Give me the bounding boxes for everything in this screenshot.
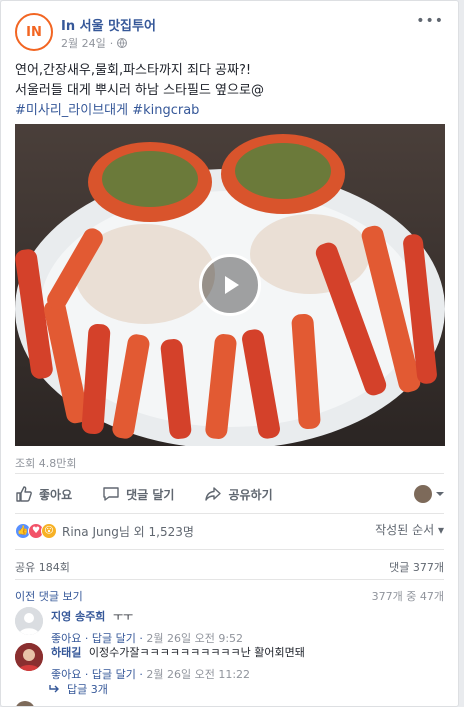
previous-comments-row: 이전 댓글 보기 377개 중 47개 [15,588,444,604]
post-meta: 2월 24일 · [61,35,128,51]
page-name[interactable]: In 서울 맛집투어 [61,15,156,34]
share-count[interactable]: 공유 184회 [15,561,70,574]
video-player[interactable] [15,124,445,446]
share-icon [205,487,222,501]
post-text: 연어,간장새우,물회,파스타까지 죄다 공짜?! 서울러들 대게 뿌시러 하남 … [15,61,444,121]
post-card: IN In 서울 맛집투어 2월 24일 · ••• 연어,간장새우,물회,파스… [0,0,459,707]
comment-author[interactable]: 하태길 [51,646,81,659]
comment-text: ㅜㅜ [112,610,134,623]
reply-arrow-icon [49,685,59,693]
post-text-line-2: 서울러들 대게 뿌시러 하남 스타필드 옆으로@ [15,83,264,98]
default-avatar-icon [15,607,43,635]
avatar [414,485,432,503]
replies-label: 답글 3개 [67,683,108,696]
shares-row: 공유 184회 댓글 377개 [15,559,444,575]
comment-button[interactable]: 댓글 달기 [102,485,174,503]
more-options-button[interactable]: ••• [416,13,444,29]
page-avatar[interactable]: IN [15,13,53,51]
post-text-line-1: 연어,간장새우,물회,파스타까지 죄다 공짜?! [15,63,252,78]
play-icon [225,276,239,294]
sort-label: 작성된 순서 [375,523,435,537]
comment-reply-button[interactable]: 답글 달기 [92,668,136,681]
comment-time[interactable]: 2월 26일 오전 11:22 [146,668,250,681]
like-button[interactable]: 좋아요 [15,485,72,503]
like-label: 좋아요 [39,487,73,502]
view-replies-link[interactable]: 답글 3개 [49,681,108,697]
reactions-text: Rina Jung님 외 1,523명 [62,524,194,539]
comment-item: 지영 송주희 ㅜㅜ 좋아요 · 답글 달기 · 2월 26일 오전 9:52 [15,607,444,646]
divider [15,549,444,550]
chevron-down-icon [436,492,444,496]
page-logo: IN [18,16,50,48]
comment-text: 이정수가잘ㅋㅋㅋㅋㅋㅋㅋㅋㅋㅋ난 활어회면돼 [88,646,305,659]
profile-photo [15,643,43,671]
post-hashtags[interactable]: #미사리_라이브대게 #kingcrab [15,101,444,121]
action-bar: 좋아요 댓글 달기 공유하기 [15,479,444,509]
comment-label: 댓글 달기 [126,487,175,502]
comments-pagination: 377개 중 47개 [371,590,444,603]
avatar [15,701,35,706]
reactions-summary[interactable]: 👍 ♥ 😮 Rina Jung님 외 1,523명 작성된 순서 ▾ [15,521,444,541]
thumbs-up-icon [16,486,32,502]
post-header: IN In 서울 맛집투어 2월 24일 · ••• [15,13,444,55]
comment-author[interactable]: 지영 송주희 [51,610,105,623]
share-button[interactable]: 공유하기 [204,485,273,503]
post-date[interactable]: 2월 24일 [61,35,106,51]
avatar[interactable] [15,607,43,635]
comment-count[interactable]: 댓글 377개 [389,559,444,575]
play-button[interactable] [199,254,261,316]
comment-body: 하태길 이정수가잘ㅋㅋㅋㅋㅋㅋㅋㅋㅋㅋ난 활어회면돼 좋아요 · 답글 달기 ·… [51,644,444,682]
sort-dropdown[interactable]: 작성된 순서 ▾ [375,521,444,538]
comment-like-button[interactable]: 좋아요 [51,668,81,681]
globe-icon [117,38,128,48]
view-count: 조회 4.8만회 [15,457,77,470]
wow-reaction-icon: 😮 [41,523,57,539]
view-previous-comments-link[interactable]: 이전 댓글 보기 [15,590,83,603]
divider [15,473,444,474]
divider [15,579,444,580]
post-as-selector[interactable] [414,485,444,503]
comment-meta: 좋아요 · 답글 달기 · 2월 26일 오전 11:22 [51,668,251,681]
comment-icon [103,487,119,501]
divider [15,513,444,514]
comment-body: 지영 송주희 ㅜㅜ 좋아요 · 답글 달기 · 2월 26일 오전 9:52 [51,608,444,646]
share-label: 공유하기 [228,487,273,502]
avatar[interactable] [15,643,43,671]
comment-item: 하태길 이정수가잘ㅋㅋㅋㅋㅋㅋㅋㅋㅋㅋ난 활어회면돼 좋아요 · 답글 달기 ·… [15,643,444,682]
page-logo-text: IN [26,25,42,40]
